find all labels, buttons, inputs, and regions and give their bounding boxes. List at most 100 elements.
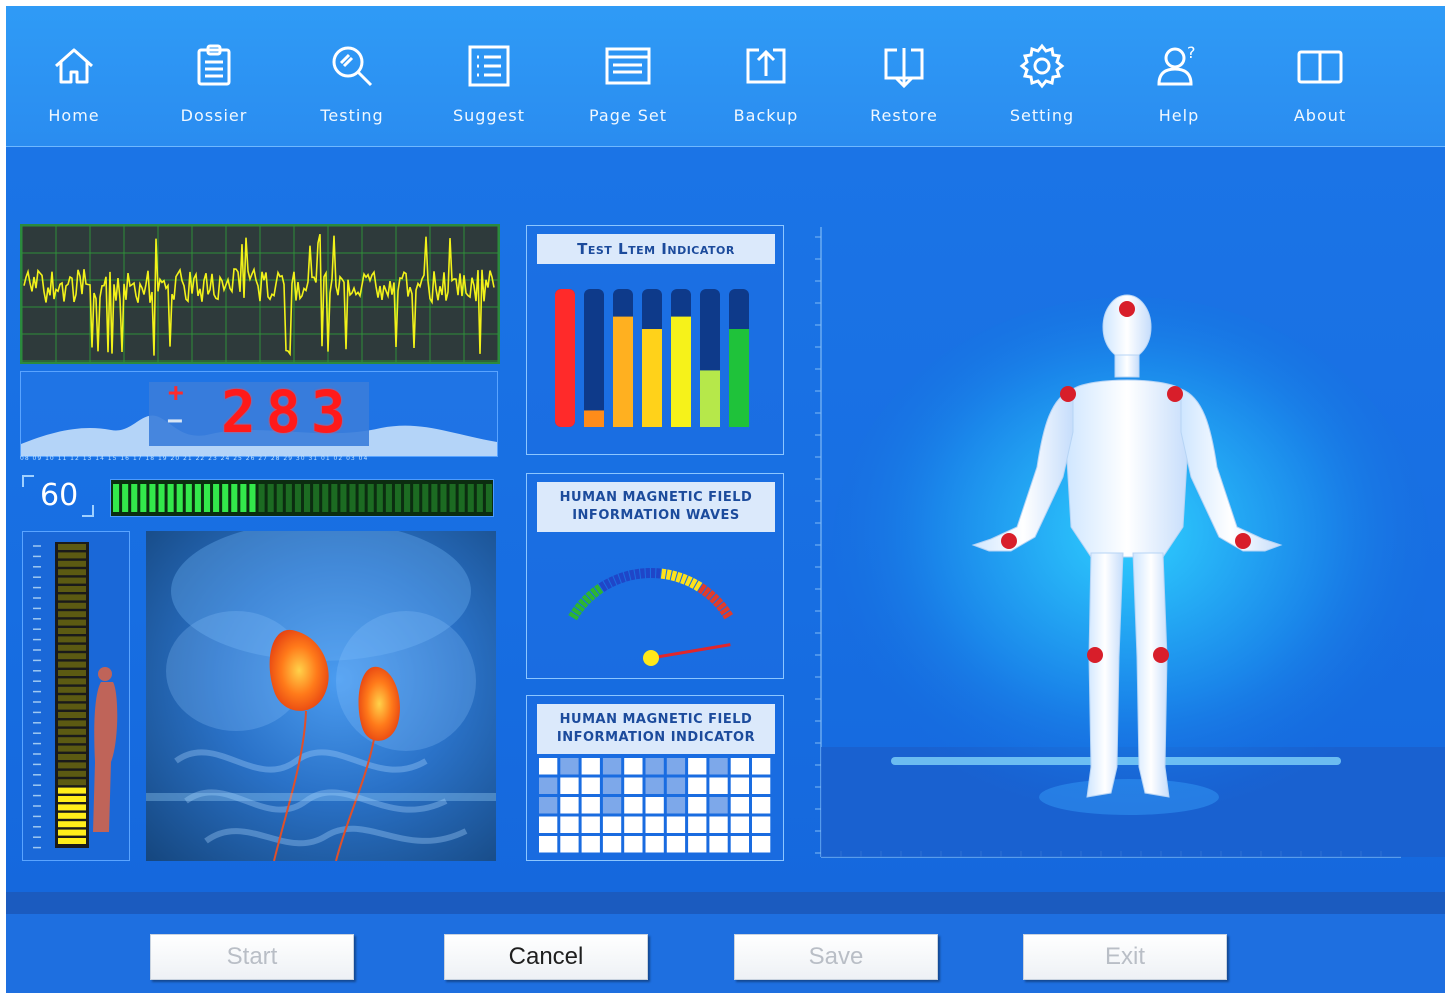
level-segment — [176, 484, 183, 512]
indicator-cell — [709, 836, 728, 853]
level-segment — [476, 484, 483, 512]
level-segment — [485, 484, 492, 512]
indicator-cell — [752, 816, 771, 833]
toolbar-setting-label: Setting — [1009, 106, 1075, 125]
level-segment — [258, 484, 265, 512]
meter-segment — [58, 762, 86, 769]
meter-segment — [58, 670, 86, 676]
level-segment — [458, 484, 465, 512]
test-bar-fill — [555, 289, 575, 427]
indicator-cell — [539, 816, 558, 833]
level-segment — [167, 484, 174, 512]
indicator-cell — [539, 836, 558, 853]
indicator-cell — [730, 797, 749, 814]
indicator-cell — [602, 758, 622, 775]
indicator-grid — [539, 758, 771, 853]
indicator-cell — [602, 777, 622, 794]
level-segment — [294, 484, 301, 512]
toolbar-pageset-button[interactable]: Page Set — [568, 42, 688, 142]
meter-segment — [58, 636, 86, 643]
toolbar-restore-button[interactable]: Restore — [844, 42, 964, 142]
level-segment — [394, 484, 402, 512]
minus-sign: − — [167, 406, 183, 436]
indicator-cell — [645, 777, 664, 794]
meter-segment — [58, 829, 86, 836]
level-segment — [331, 484, 338, 512]
test-bar-fill — [613, 316, 633, 427]
gauge-hub — [643, 650, 659, 666]
start-button[interactable]: Start — [150, 934, 354, 980]
indicator-cell — [581, 758, 600, 775]
toolbar-help-button[interactable]: ? Help — [1119, 42, 1239, 142]
tick-scale: 08 09 10 11 12 13 14 15 16 17 18 19 20 2… — [20, 455, 369, 462]
indicator-cell — [539, 797, 558, 814]
download-icon — [884, 48, 924, 89]
gauge-segment — [651, 568, 656, 579]
meter-segment — [58, 796, 86, 802]
window-icon — [605, 47, 651, 85]
meter-segment — [58, 770, 86, 777]
toolbar-help-label: Help — [1158, 106, 1200, 125]
indicator-cell — [581, 816, 600, 833]
digital-readout-panel: + − 283 — [20, 371, 498, 457]
level-segment — [231, 484, 238, 512]
meter-segment — [58, 560, 86, 567]
toolbar-backup-button[interactable]: Backup — [706, 42, 826, 142]
indicator-cell — [560, 836, 579, 853]
toolbar-suggest-button[interactable]: Suggest — [429, 42, 549, 142]
meter-segment — [58, 720, 86, 727]
meter-segment — [58, 594, 86, 601]
level-segment — [313, 484, 320, 512]
level-segment — [304, 484, 311, 512]
plus-sign: + — [168, 378, 184, 408]
toolbar-home-button[interactable]: Home — [14, 42, 134, 142]
indicator-cell — [730, 758, 749, 775]
meter-segment — [58, 678, 86, 685]
toolbar-about-label: About — [1293, 106, 1347, 125]
toolbar-home-label: Home — [48, 106, 100, 125]
level-segment — [376, 484, 383, 512]
cancel-button[interactable]: Cancel — [444, 934, 648, 980]
indicator-cell — [666, 816, 686, 833]
meter-segment — [58, 737, 86, 744]
level-value: 60 — [22, 475, 94, 517]
gauge-segment — [660, 568, 667, 580]
indicator-cell — [752, 836, 771, 853]
meter-segment — [58, 544, 86, 550]
exit-button[interactable]: Exit — [1023, 934, 1227, 980]
toolbar-testing-button[interactable]: Testing — [292, 42, 412, 142]
save-button[interactable]: Save — [734, 934, 938, 980]
user-question-icon: ? — [1157, 43, 1196, 86]
waves-gauge — [568, 568, 734, 666]
meter-segment — [58, 695, 86, 702]
level-segment — [158, 484, 165, 512]
clipboard-icon — [197, 44, 231, 86]
meter-segment — [58, 779, 86, 786]
test-bar-fill — [729, 329, 749, 427]
indicator-cell — [688, 816, 707, 833]
body-map — [799, 227, 1445, 858]
level-segment — [340, 484, 347, 512]
indicator-cell — [752, 758, 771, 775]
indicator-cell — [666, 797, 686, 814]
toolbar-about-button[interactable]: About — [1260, 42, 1380, 142]
gauge-segment — [629, 569, 636, 581]
indicator-panel: HUMAN MAGNETIC FIELD INFORMATION INDICAT… — [526, 695, 784, 861]
indicator-cell — [645, 816, 664, 833]
meter-segment — [58, 586, 86, 592]
meter-segment — [58, 745, 86, 752]
toolbar-pageset-label: Page Set — [588, 106, 668, 125]
test-bar-fill — [671, 316, 691, 427]
indicator-cell — [560, 758, 579, 775]
indicator-cell — [602, 797, 622, 814]
meter-segment — [58, 552, 86, 559]
indicator-cell — [709, 758, 728, 775]
indicator-cell — [688, 836, 707, 853]
book-icon — [1297, 50, 1343, 84]
level-segment — [422, 484, 429, 512]
indicator-cell — [624, 816, 643, 833]
toolbar-dossier-button[interactable]: Dossier — [154, 42, 274, 142]
toolbar-setting-button[interactable]: Setting — [982, 42, 1102, 142]
meter-segment — [58, 754, 86, 760]
meter-segment — [58, 577, 86, 584]
